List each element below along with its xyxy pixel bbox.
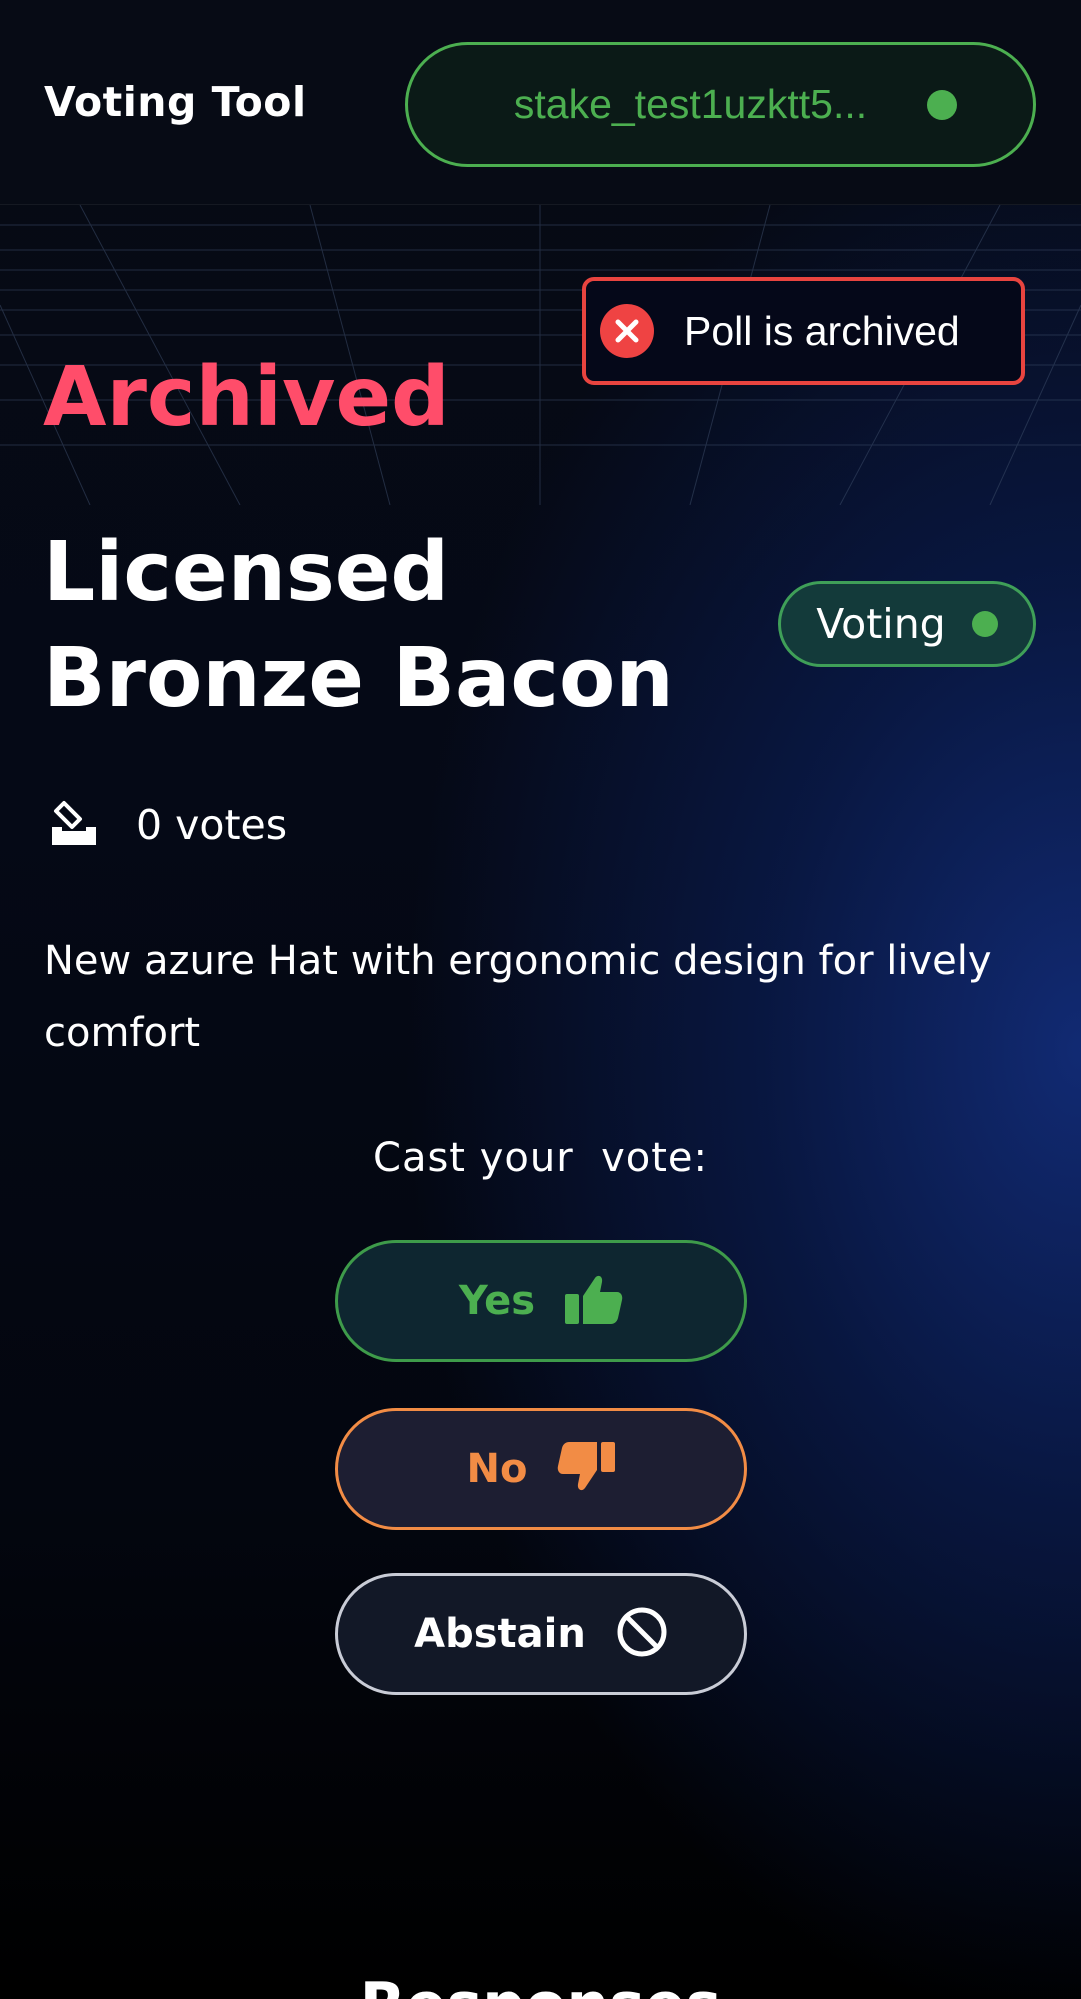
app-title: Voting Tool [44,78,307,126]
vote-no-label: No [466,1446,528,1492]
responses-heading: Responses [0,1965,1081,1999]
wallet-address: stake_test1uzktt5... [513,81,868,127]
poll-page: Voting Tool stake_test1uzktt5... Poll is… [0,0,1081,1999]
wallet-status-dot [927,89,958,120]
votes-count-row: 0 votes [48,795,287,855]
thumbs-down-icon [557,1442,616,1496]
ballot-box-icon [48,797,100,853]
poll-title: Licensed Bronze Bacon [43,525,674,726]
thumbs-up-icon [565,1274,623,1328]
wallet-connect-button[interactable]: stake_test1uzktt5... [405,42,1036,167]
vote-no-button[interactable]: No [335,1408,747,1530]
poll-description: New azure Hat with ergonomic design for … [44,938,992,1056]
voting-status-dot [971,611,998,637]
vote-yes-label: Yes [458,1278,536,1324]
voting-badge-label: Voting [816,600,946,648]
vote-abstain-label: Abstain [414,1611,586,1657]
poll-status-label: Archived [43,350,450,445]
ban-icon [616,1606,668,1662]
error-toast: Poll is archived [582,277,1025,385]
top-header: Voting Tool stake_test1uzktt5... [0,0,1081,205]
cast-vote-prompt: Cast your vote: [373,1135,708,1181]
voting-status-badge: Voting [778,581,1036,667]
votes-count: 0 votes [136,801,288,849]
close-circle-icon[interactable] [600,304,654,358]
toast-message: Poll is archived [684,307,960,354]
vote-abstain-button[interactable]: Abstain [335,1573,747,1695]
vote-yes-button[interactable]: Yes [335,1240,747,1362]
